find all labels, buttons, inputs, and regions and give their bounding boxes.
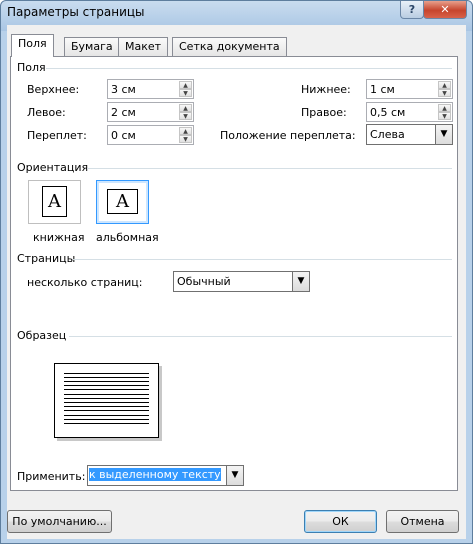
page-preview: [54, 363, 159, 438]
right-margin-value: 0,5 см: [370, 106, 406, 119]
portrait-option[interactable]: A: [28, 180, 81, 224]
spin-up-icon[interactable]: ▲: [179, 81, 192, 89]
gutter-position-label: Положение переплета:: [220, 129, 356, 142]
spin-up-icon[interactable]: ▲: [179, 127, 192, 135]
chevron-down-icon[interactable]: ▼: [292, 272, 309, 291]
preview-line: [64, 377, 149, 378]
multiple-pages-label: несколько страниц:: [27, 276, 143, 289]
preview-line: [64, 419, 149, 420]
gutter-value: 0 см: [111, 129, 136, 142]
preview-line: [64, 398, 149, 399]
spin-up-icon[interactable]: ▲: [179, 104, 192, 112]
bottom-margin-input[interactable]: 1 см ▲ ▼: [366, 79, 453, 99]
landscape-label[interactable]: альбомная: [96, 231, 159, 244]
window-title: Параметры страницы: [7, 5, 145, 19]
spin-down-icon[interactable]: ▼: [438, 112, 451, 120]
spin-down-icon[interactable]: ▼: [438, 89, 451, 97]
cancel-button[interactable]: Отмена: [386, 510, 459, 533]
spin-down-icon[interactable]: ▼: [179, 89, 192, 97]
multiple-pages-select[interactable]: Обычный ▼: [173, 271, 310, 292]
group-divider: [46, 68, 452, 69]
multiple-pages-value: Обычный: [177, 275, 231, 288]
right-margin-input[interactable]: 0,5 см ▲ ▼: [366, 102, 453, 122]
top-margin-value: 3 см: [111, 83, 136, 96]
gutter-position-select[interactable]: Слева ▼: [366, 124, 453, 145]
help-button[interactable]: ?: [400, 1, 424, 19]
chevron-down-icon[interactable]: ▼: [226, 466, 243, 485]
top-margin-label: Верхнее:: [27, 83, 80, 96]
bottom-margin-value: 1 см: [370, 83, 395, 96]
preview-line: [64, 402, 149, 403]
preview-line: [64, 406, 149, 407]
group-divider: [87, 168, 452, 169]
group-divider: [69, 336, 452, 337]
tab-document-grid[interactable]: Сетка документа: [172, 37, 287, 56]
preview-line: [64, 415, 149, 416]
preview-line: [64, 381, 149, 382]
pages-group-label: Страницы: [17, 252, 76, 265]
landscape-page-icon: A: [107, 189, 138, 214]
apply-to-select[interactable]: к выделенному тексту ▼: [87, 465, 244, 486]
top-margin-input[interactable]: 3 см ▲ ▼: [107, 79, 194, 99]
tab-layout[interactable]: Макет: [118, 37, 169, 56]
left-margin-input[interactable]: 2 см ▲ ▼: [107, 102, 194, 122]
tab-paper[interactable]: Бумага: [64, 37, 120, 56]
margins-group-label: Поля: [17, 61, 46, 74]
left-margin-value: 2 см: [111, 106, 136, 119]
tab-margins[interactable]: Поля: [11, 34, 54, 57]
gutter-position-value: Слева: [370, 128, 405, 141]
portrait-page-icon: A: [42, 186, 67, 217]
bottom-margin-label: Нижнее:: [301, 83, 351, 96]
preview-line: [64, 389, 149, 390]
title-bar[interactable]: Параметры страницы ? ✕: [1, 1, 472, 25]
gutter-input[interactable]: 0 см ▲ ▼: [107, 125, 194, 145]
gutter-label: Переплет:: [27, 129, 87, 142]
portrait-label[interactable]: книжная: [33, 231, 84, 244]
chevron-down-icon[interactable]: ▼: [435, 125, 452, 144]
group-divider: [73, 259, 452, 260]
apply-label: Применить:: [17, 470, 86, 483]
preview-line: [64, 410, 149, 411]
preview-line: [64, 385, 149, 386]
spin-down-icon[interactable]: ▼: [179, 135, 192, 143]
right-margin-label: Правое:: [301, 106, 347, 119]
apply-to-value: к выделенному тексту: [89, 468, 221, 481]
left-margin-label: Левое:: [27, 106, 66, 119]
spin-up-icon[interactable]: ▲: [438, 104, 451, 112]
preview-group-label: Образец: [17, 329, 67, 342]
orientation-group-label: Ориентация: [17, 161, 89, 174]
preview-line: [64, 373, 149, 374]
dialog-client: Поля Бумага Макет Сетка документа Поля В…: [7, 25, 466, 539]
landscape-option[interactable]: A: [96, 180, 149, 224]
preview-line: [64, 394, 149, 395]
spin-down-icon[interactable]: ▼: [179, 112, 192, 120]
close-button[interactable]: ✕: [423, 1, 467, 19]
default-button[interactable]: По умолчанию...: [7, 510, 112, 533]
preview-line: [64, 423, 149, 424]
spin-up-icon[interactable]: ▲: [438, 81, 451, 89]
ok-button[interactable]: ОК: [304, 510, 377, 533]
dialog-window: Параметры страницы ? ✕ Поля Бумага Макет…: [0, 0, 473, 544]
